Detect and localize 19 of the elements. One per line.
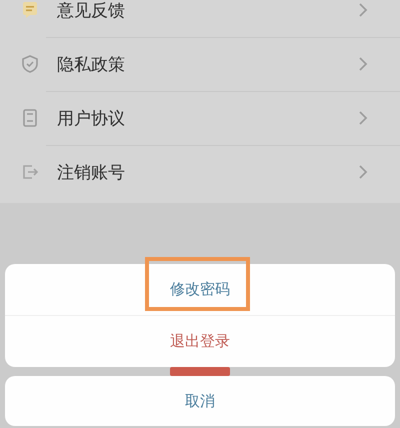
document-icon [20, 108, 40, 128]
menu-label: 注销账号 [57, 162, 126, 184]
menu-item[interactable]: 用户协议 [0, 91, 400, 145]
cancel-button[interactable]: 取消 [5, 376, 395, 426]
menu-item[interactable]: 注销账号 [0, 145, 400, 199]
chevron-icon [358, 110, 368, 126]
action-button[interactable]: 退出登录 [5, 316, 395, 367]
menu-label: 用户协议 [57, 108, 126, 130]
shield-icon [20, 54, 40, 74]
chevron-icon [358, 164, 368, 180]
menu-item[interactable]: 隐私政策 [0, 37, 400, 91]
message-icon [20, 0, 40, 20]
chevron-icon [358, 2, 368, 18]
menu-label: 意见反馈 [57, 0, 126, 22]
menu-item[interactable]: 意见反馈 [0, 0, 400, 37]
menu-label: 隐私政策 [57, 54, 126, 76]
chevron-icon [358, 56, 368, 72]
exit-icon [20, 162, 40, 182]
action-button[interactable]: 修改密码 [5, 264, 395, 315]
